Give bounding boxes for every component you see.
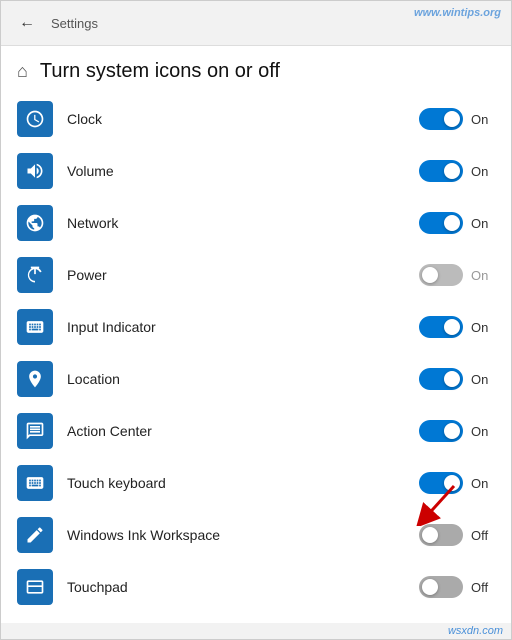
input-indicator-label: Input Indicator bbox=[67, 319, 419, 335]
power-toggle-thumb bbox=[422, 267, 438, 283]
action-center-label: Action Center bbox=[67, 423, 419, 439]
power-toggle-container: On bbox=[419, 264, 495, 286]
location-icon-box bbox=[17, 361, 53, 397]
page-title: Turn system icons on or off bbox=[40, 60, 280, 83]
windows-ink-icon-box bbox=[17, 517, 53, 553]
network-toggle[interactable] bbox=[419, 212, 463, 234]
power-icon bbox=[25, 265, 45, 285]
power-toggle-label: On bbox=[471, 268, 495, 283]
touchpad-toggle[interactable] bbox=[419, 576, 463, 598]
touchpad-icon-box bbox=[17, 569, 53, 605]
network-toggle-thumb bbox=[444, 215, 460, 231]
windows-ink-icon bbox=[25, 525, 45, 545]
settings-item-location: Location On bbox=[1, 353, 511, 405]
network-label: Network bbox=[67, 215, 419, 231]
input-indicator-icon bbox=[25, 317, 45, 337]
clock-icon-box bbox=[17, 101, 53, 137]
volume-toggle-label: On bbox=[471, 164, 495, 179]
touchpad-icon bbox=[25, 577, 45, 597]
location-toggle-label: On bbox=[471, 372, 495, 387]
clock-toggle-container: On bbox=[419, 108, 495, 130]
touchpad-label: Touchpad bbox=[67, 579, 419, 595]
input-indicator-toggle-thumb bbox=[444, 319, 460, 335]
network-toggle-container: On bbox=[419, 212, 495, 234]
windows-ink-label: Windows Ink Workspace bbox=[67, 527, 419, 543]
network-icon bbox=[25, 213, 45, 233]
settings-list: Clock On Volume On bbox=[1, 93, 511, 623]
input-indicator-toggle-container: On bbox=[419, 316, 495, 338]
action-center-toggle-container: On bbox=[419, 420, 495, 442]
clock-label: Clock bbox=[67, 111, 419, 127]
settings-item-clock: Clock On bbox=[1, 93, 511, 145]
home-icon[interactable]: ⌂ bbox=[17, 61, 28, 82]
settings-item-network: Network On bbox=[1, 197, 511, 249]
action-center-toggle-thumb bbox=[444, 423, 460, 439]
clock-icon bbox=[25, 109, 45, 129]
touch-keyboard-toggle-label: On bbox=[471, 476, 495, 491]
network-icon-box bbox=[17, 205, 53, 241]
back-button[interactable]: ← bbox=[13, 9, 41, 37]
location-toggle[interactable] bbox=[419, 368, 463, 390]
power-label: Power bbox=[67, 267, 419, 283]
input-indicator-toggle[interactable] bbox=[419, 316, 463, 338]
location-icon bbox=[25, 369, 45, 389]
settings-item-volume: Volume On bbox=[1, 145, 511, 197]
touchpad-toggle-container: Off bbox=[419, 576, 495, 598]
volume-toggle-container: On bbox=[419, 160, 495, 182]
settings-item-action-center: Action Center On bbox=[1, 405, 511, 457]
window-title: Settings bbox=[51, 16, 98, 31]
volume-toggle[interactable] bbox=[419, 160, 463, 182]
title-bar: ← Settings www.wintips.org bbox=[1, 1, 511, 46]
red-arrow-annotation bbox=[399, 481, 459, 531]
settings-item-touchpad: Touchpad Off bbox=[1, 561, 511, 613]
volume-icon-box bbox=[17, 153, 53, 189]
input-indicator-icon-box bbox=[17, 309, 53, 345]
touch-keyboard-icon-box bbox=[17, 465, 53, 501]
power-toggle[interactable] bbox=[419, 264, 463, 286]
touchpad-toggle-label: Off bbox=[471, 580, 495, 595]
page-header: ⌂ Turn system icons on or off bbox=[1, 46, 511, 93]
volume-icon bbox=[25, 161, 45, 181]
settings-item-touch-keyboard: Touch keyboard On bbox=[1, 457, 511, 509]
action-center-icon bbox=[25, 421, 45, 441]
touch-keyboard-icon bbox=[25, 473, 45, 493]
bottom-watermark: wsxdn.com bbox=[1, 623, 511, 639]
volume-toggle-thumb bbox=[444, 163, 460, 179]
windows-ink-toggle-label: Off bbox=[471, 528, 495, 543]
action-center-icon-box bbox=[17, 413, 53, 449]
power-icon-box bbox=[17, 257, 53, 293]
location-toggle-container: On bbox=[419, 368, 495, 390]
input-indicator-toggle-label: On bbox=[471, 320, 495, 335]
action-center-toggle-label: On bbox=[471, 424, 495, 439]
location-toggle-thumb bbox=[444, 371, 460, 387]
clock-toggle-label: On bbox=[471, 112, 495, 127]
touchpad-toggle-thumb bbox=[422, 579, 438, 595]
network-toggle-label: On bbox=[471, 216, 495, 231]
watermark-top: www.wintips.org bbox=[414, 7, 501, 19]
settings-item-input-indicator: Input Indicator On bbox=[1, 301, 511, 353]
clock-toggle[interactable] bbox=[419, 108, 463, 130]
settings-item-power: Power On bbox=[1, 249, 511, 301]
action-center-toggle[interactable] bbox=[419, 420, 463, 442]
volume-label: Volume bbox=[67, 163, 419, 179]
touch-keyboard-label: Touch keyboard bbox=[67, 475, 419, 491]
clock-toggle-thumb bbox=[444, 111, 460, 127]
settings-window: ← Settings www.wintips.org ⌂ Turn system… bbox=[0, 0, 512, 640]
location-label: Location bbox=[67, 371, 419, 387]
